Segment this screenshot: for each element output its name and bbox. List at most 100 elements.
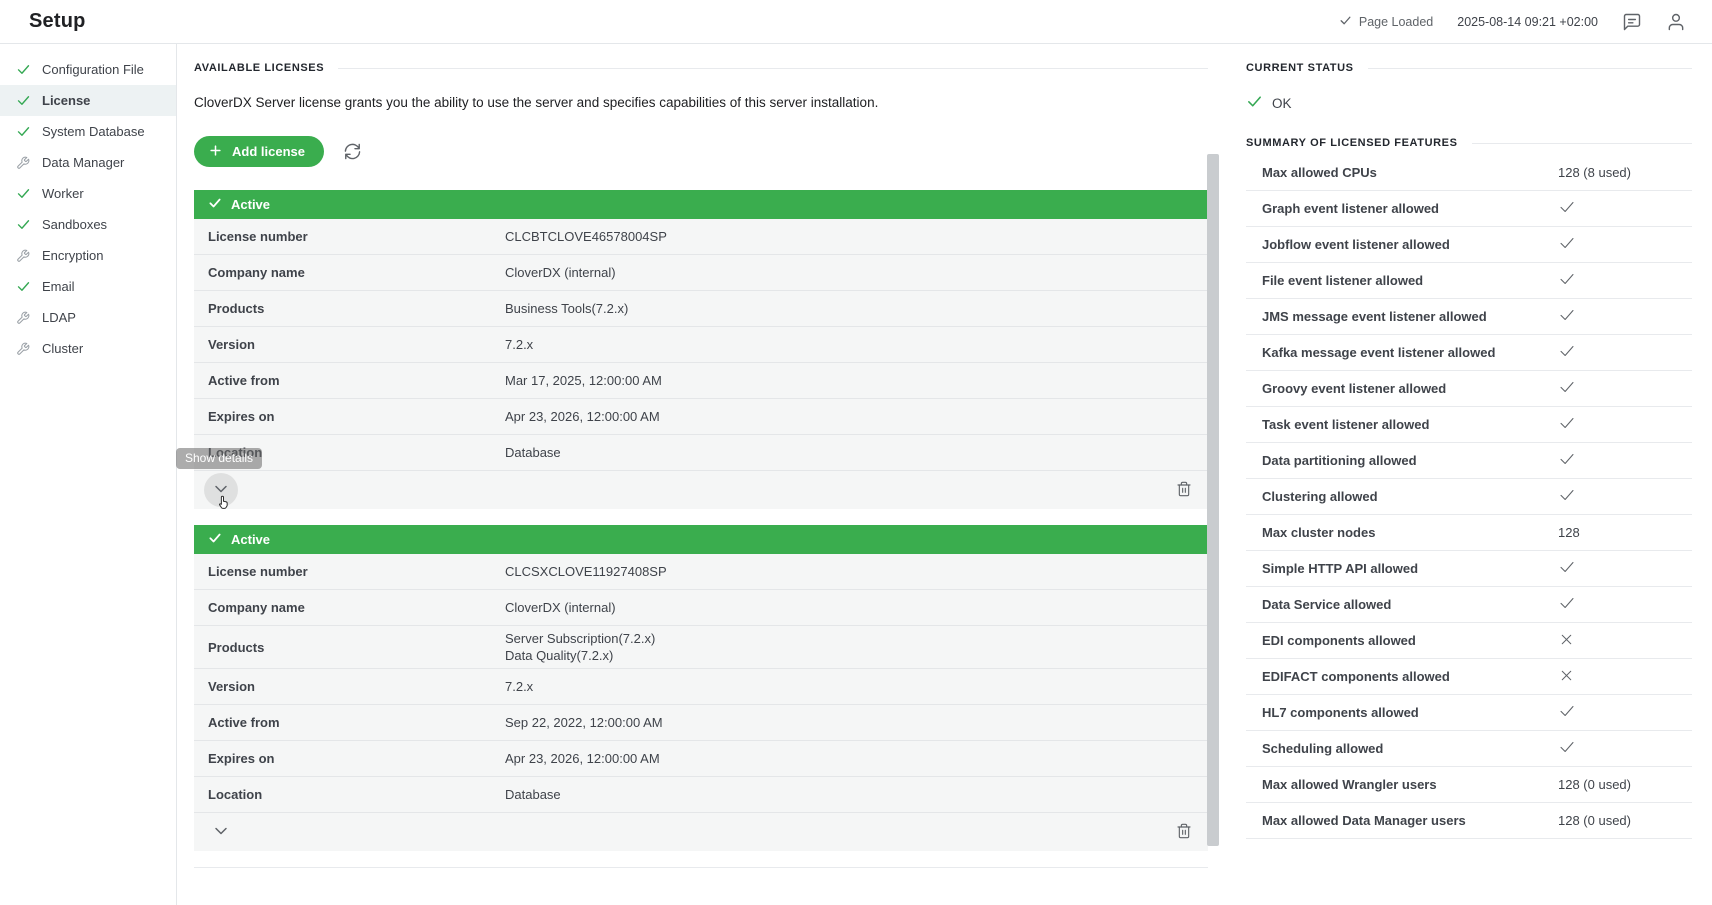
license-status-header: Active — [194, 525, 1208, 554]
license-field-label: Expires on — [208, 409, 505, 424]
available-licenses-title: AVAILABLE LICENSES — [194, 62, 324, 74]
license-field-label: Active from — [208, 715, 505, 730]
trash-icon — [1176, 481, 1192, 500]
license-status-label: Active — [231, 532, 270, 547]
license-field-value: 7.2.x — [505, 678, 533, 695]
license-field-value: Server Subscription(7.2.x) Data Quality(… — [505, 630, 655, 664]
feature-row-file-event-listener-allowed: File event listener allowed — [1246, 263, 1692, 299]
cross-icon — [1558, 631, 1575, 651]
feature-label: Data partitioning allowed — [1262, 453, 1558, 468]
check-icon — [15, 93, 31, 108]
page-loaded-label: Page Loaded — [1359, 15, 1433, 29]
check-icon — [1558, 234, 1576, 255]
page-title: Setup — [29, 10, 86, 33]
sidebar-item-configuration-file[interactable]: Configuration File — [0, 54, 176, 85]
check-icon — [1558, 738, 1576, 759]
feature-row-jobflow-event-listener-allowed: Jobflow event listener allowed — [1246, 227, 1692, 263]
sidebar-item-worker[interactable]: Worker — [0, 178, 176, 209]
scrollbar-track[interactable] — [1207, 44, 1220, 905]
status-ok-row: OK — [1246, 93, 1692, 113]
check-icon — [1558, 378, 1576, 399]
license-card: Active License numberCLCSXCLOVE11927408SP… — [194, 525, 1208, 851]
divider — [1368, 68, 1692, 69]
sidebar-item-system-database[interactable]: System Database — [0, 116, 176, 147]
chevron-down-icon — [211, 821, 231, 844]
show-details-button[interactable] — [204, 815, 238, 849]
license-field-label: License number — [208, 229, 505, 244]
license-row-expires-on: Expires onApr 23, 2026, 12:00:00 AM — [194, 399, 1208, 435]
divider — [338, 68, 1208, 69]
user-icon[interactable] — [1666, 12, 1686, 32]
summary-header: SUMMARY OF LICENSED FEATURES — [1246, 137, 1692, 149]
refresh-button[interactable] — [344, 143, 361, 160]
sidebar-item-label: Cluster — [42, 341, 83, 356]
feature-value: 128 — [1558, 525, 1580, 540]
check-icon — [208, 196, 222, 213]
add-license-label: Add license — [232, 144, 305, 159]
check-icon — [1558, 414, 1576, 435]
feature-label: File event listener allowed — [1262, 273, 1558, 288]
cross-icon — [1558, 667, 1575, 687]
sidebar-item-data-manager[interactable]: Data Manager — [0, 147, 176, 178]
license-row-products: ProductsServer Subscription(7.2.x) Data … — [194, 626, 1208, 669]
scrollbar-thumb[interactable] — [1207, 154, 1219, 846]
sidebar-item-label: Encryption — [42, 248, 103, 263]
wrench-icon — [15, 156, 31, 170]
wrench-icon — [15, 311, 31, 325]
check-icon — [15, 186, 31, 201]
sidebar-item-sandboxes[interactable]: Sandboxes — [0, 209, 176, 240]
current-status-title: CURRENT STATUS — [1246, 62, 1354, 74]
feature-label: Graph event listener allowed — [1262, 201, 1558, 216]
check-icon — [1558, 702, 1576, 723]
feature-label: Max cluster nodes — [1262, 525, 1558, 540]
check-icon — [1558, 450, 1576, 471]
check-icon — [15, 279, 31, 294]
license-row-version: Version7.2.x — [194, 327, 1208, 363]
feature-value: 128 (8 used) — [1558, 165, 1631, 180]
feature-label: JMS message event listener allowed — [1262, 309, 1558, 324]
license-card: ActiveLicense numberCLCBTCLOVE46578004SP… — [194, 190, 1208, 509]
feature-value: 128 (0 used) — [1558, 777, 1631, 792]
license-field-label: License number — [208, 564, 505, 579]
license-description: CloverDX Server license grants you the a… — [194, 95, 1208, 110]
sidebar-item-encryption[interactable]: Encryption — [0, 240, 176, 271]
delete-license-button[interactable] — [1176, 823, 1192, 842]
sidebar-item-license[interactable]: License — [0, 85, 176, 116]
feature-row-hl7-components-allowed: HL7 components allowed — [1246, 695, 1692, 731]
check-icon — [1558, 486, 1576, 507]
divider — [1472, 143, 1692, 144]
feature-label: EDIFACT components allowed — [1262, 669, 1558, 684]
delete-license-button[interactable] — [1176, 481, 1192, 500]
feature-row-data-service-allowed: Data Service allowed — [1246, 587, 1692, 623]
check-icon — [208, 531, 222, 548]
sidebar-item-cluster[interactable]: Cluster — [0, 333, 176, 364]
license-field-value: Sep 22, 2022, 12:00:00 AM — [505, 714, 663, 731]
feature-value: 128 (0 used) — [1558, 813, 1631, 828]
license-row-license-number: License numberCLCSXCLOVE11927408SP — [194, 554, 1208, 590]
license-status-label: Active — [231, 197, 270, 212]
divider — [194, 867, 1208, 868]
check-icon — [15, 217, 31, 232]
show-details-tooltip: Show details — [176, 448, 262, 469]
license-field-value: CloverDX (internal) — [505, 264, 616, 281]
add-license-button[interactable]: Add license — [194, 136, 324, 167]
sidebar-item-ldap[interactable]: LDAP — [0, 302, 176, 333]
feature-row-task-event-listener-allowed: Task event listener allowed — [1246, 407, 1692, 443]
license-field-label: Products — [208, 640, 505, 655]
check-icon — [1558, 558, 1576, 579]
page-loaded-status: Page Loaded — [1339, 14, 1433, 30]
check-icon — [15, 124, 31, 139]
check-icon — [1558, 270, 1576, 291]
feature-row-clustering-allowed: Clustering allowed — [1246, 479, 1692, 515]
license-field-label: Company name — [208, 600, 505, 615]
check-icon — [1246, 93, 1263, 113]
sidebar-item-label: LDAP — [42, 310, 76, 325]
sidebar-item-email[interactable]: Email — [0, 271, 176, 302]
sidebar-item-label: System Database — [42, 124, 145, 139]
feature-label: Data Service allowed — [1262, 597, 1558, 612]
license-row-active-from: Active fromMar 17, 2025, 12:00:00 AM — [194, 363, 1208, 399]
feedback-icon[interactable] — [1622, 12, 1642, 32]
trash-icon — [1176, 823, 1192, 842]
setup-page: Setup Page Loaded 2025-08-14 09:21 +02:0… — [0, 0, 1712, 905]
feature-label: Max allowed CPUs — [1262, 165, 1558, 180]
